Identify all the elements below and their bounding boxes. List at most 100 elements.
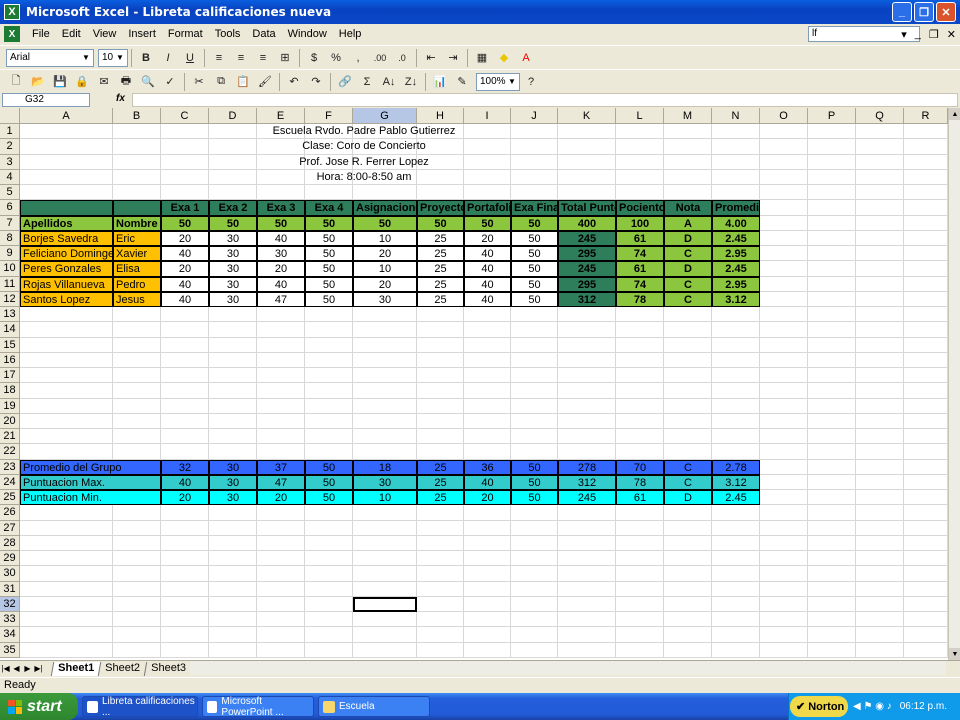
cell[interactable] [161, 307, 209, 323]
cell[interactable] [305, 337, 353, 353]
prev-sheet-icon[interactable]: ◀ [11, 664, 22, 673]
cell[interactable] [20, 551, 113, 567]
student-cell[interactable]: 40 [257, 276, 305, 292]
cell[interactable] [760, 627, 808, 643]
cell[interactable] [257, 596, 305, 612]
student-cell[interactable]: Pedro [113, 276, 161, 292]
cell[interactable] [808, 154, 856, 170]
cell[interactable] [760, 139, 808, 155]
cell[interactable] [209, 505, 257, 521]
cell[interactable] [417, 322, 464, 338]
cell[interactable] [904, 490, 948, 506]
cell[interactable] [305, 383, 353, 399]
cell[interactable] [161, 383, 209, 399]
cell[interactable] [664, 566, 712, 582]
summary-cell[interactable]: 2.78 [712, 459, 760, 475]
cell[interactable] [712, 398, 760, 414]
cell[interactable] [664, 154, 712, 170]
cell[interactable] [464, 307, 511, 323]
cell[interactable] [353, 581, 417, 597]
cell[interactable] [760, 398, 808, 414]
cell[interactable] [417, 413, 464, 429]
cell[interactable] [856, 490, 904, 506]
start-button[interactable]: start [0, 693, 78, 720]
summary-cell[interactable]: 78 [616, 474, 664, 490]
cell[interactable] [305, 368, 353, 384]
cell[interactable] [305, 505, 353, 521]
cell[interactable] [904, 459, 948, 475]
cell[interactable] [209, 429, 257, 445]
student-cell[interactable]: Xavier [113, 246, 161, 262]
row-header-27[interactable]: 27 [0, 520, 20, 536]
table-header[interactable]: Nota [664, 200, 712, 216]
summary-cell[interactable]: 30 [209, 459, 257, 475]
formula-input[interactable] [132, 93, 958, 107]
column-header-g[interactable]: G [353, 108, 417, 124]
summary-cell[interactable]: 50 [305, 474, 353, 490]
student-cell[interactable]: 50 [305, 246, 353, 262]
cell[interactable] [760, 642, 808, 658]
format-painter-icon[interactable]: 🖌 [255, 72, 275, 92]
cell[interactable] [20, 307, 113, 323]
row-header-13[interactable]: 13 [0, 307, 20, 323]
row-header-34[interactable]: 34 [0, 627, 20, 643]
cell[interactable] [856, 261, 904, 277]
cell[interactable] [464, 535, 511, 551]
cell[interactable] [209, 581, 257, 597]
cell[interactable] [113, 612, 161, 628]
cell[interactable] [856, 581, 904, 597]
cell[interactable] [558, 505, 616, 521]
tab-sheet2[interactable]: Sheet2 [97, 661, 147, 676]
cell[interactable] [511, 520, 558, 536]
cell[interactable] [209, 642, 257, 658]
decrease-decimal-button[interactable]: .0 [392, 48, 412, 68]
cell[interactable] [760, 124, 808, 140]
cell[interactable] [808, 368, 856, 384]
cell[interactable] [353, 398, 417, 414]
cell[interactable] [808, 566, 856, 582]
max-points-cell[interactable]: Apellidos [20, 215, 113, 231]
cell[interactable] [712, 429, 760, 445]
cell[interactable] [417, 185, 464, 201]
cell[interactable] [305, 429, 353, 445]
cell[interactable] [464, 383, 511, 399]
tab-sheet3[interactable]: Sheet3 [143, 661, 193, 676]
cell[interactable] [616, 352, 664, 368]
cell[interactable] [664, 444, 712, 460]
summary-cell[interactable]: 32 [161, 459, 209, 475]
cell[interactable] [808, 413, 856, 429]
student-cell[interactable]: 40 [257, 230, 305, 246]
cell[interactable] [712, 322, 760, 338]
cell[interactable] [161, 551, 209, 567]
summary-cell[interactable]: 20 [161, 490, 209, 506]
increase-decimal-button[interactable]: .00 [370, 48, 390, 68]
cell[interactable] [558, 185, 616, 201]
table-header[interactable]: Exa 3 [257, 200, 305, 216]
header-line[interactable]: Clase: Coro de Concierto [113, 139, 616, 155]
cell[interactable] [257, 398, 305, 414]
column-header-b[interactable]: B [113, 108, 161, 124]
summary-cell[interactable]: 2.45 [712, 490, 760, 506]
cell[interactable] [616, 398, 664, 414]
cell[interactable] [760, 200, 808, 216]
row-header-28[interactable]: 28 [0, 535, 20, 551]
student-cell[interactable]: D [664, 261, 712, 277]
cell[interactable] [417, 596, 464, 612]
cell[interactable] [760, 337, 808, 353]
redo-icon[interactable]: ↷ [306, 72, 326, 92]
summary-cell[interactable]: 40 [464, 474, 511, 490]
student-cell[interactable]: 25 [417, 246, 464, 262]
column-header-c[interactable]: C [161, 108, 209, 124]
cell[interactable] [558, 612, 616, 628]
cell[interactable] [904, 383, 948, 399]
max-points-cell[interactable]: 4.00 [712, 215, 760, 231]
cell[interactable] [558, 337, 616, 353]
cell[interactable] [464, 520, 511, 536]
cell[interactable] [20, 642, 113, 658]
cell[interactable] [664, 551, 712, 567]
cell[interactable] [305, 185, 353, 201]
cell[interactable] [209, 627, 257, 643]
cell[interactable] [209, 520, 257, 536]
student-cell[interactable]: 40 [464, 291, 511, 307]
cell[interactable] [904, 413, 948, 429]
